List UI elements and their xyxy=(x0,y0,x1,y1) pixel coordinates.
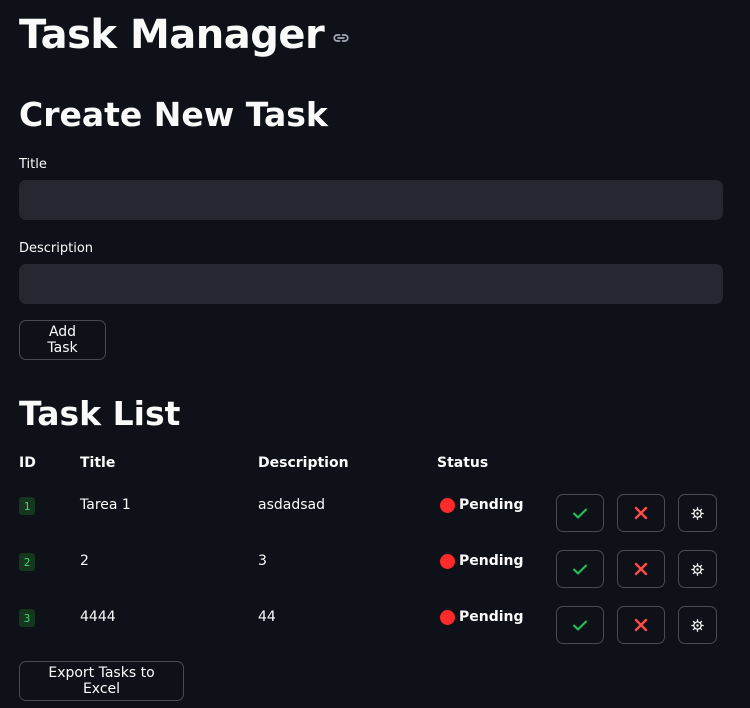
page-title: Task Manager xyxy=(19,12,325,58)
status-dot-icon xyxy=(440,609,455,625)
gear-icon xyxy=(691,506,704,520)
task-id-badge: 1 xyxy=(19,497,35,515)
title-label: Title xyxy=(19,157,47,172)
check-icon xyxy=(573,564,587,575)
add-task-button[interactable]: Add Task xyxy=(19,320,106,360)
status-text: Pending xyxy=(459,553,524,569)
check-icon xyxy=(573,620,587,631)
status-badge: Pending xyxy=(440,497,524,513)
column-header-title: Title xyxy=(80,455,116,471)
close-icon xyxy=(634,562,648,576)
title-input[interactable] xyxy=(19,180,723,220)
close-icon xyxy=(634,506,648,520)
task-description: 3 xyxy=(258,553,267,569)
app-title-row: Task Manager xyxy=(19,8,350,62)
status-text: Pending xyxy=(459,609,524,625)
column-header-id: ID xyxy=(19,455,36,471)
task-description: 44 xyxy=(258,609,276,625)
delete-task-button[interactable] xyxy=(617,494,665,532)
task-settings-button[interactable] xyxy=(678,606,717,644)
export-tasks-button[interactable]: Export Tasks to Excel xyxy=(19,661,184,701)
description-label: Description xyxy=(19,241,94,256)
task-title: Tarea 1 xyxy=(80,497,131,513)
task-title: 4444 xyxy=(80,609,116,625)
column-header-status: Status xyxy=(437,455,489,471)
description-input[interactable] xyxy=(19,264,723,304)
gear-icon xyxy=(691,618,704,632)
check-icon xyxy=(573,508,587,519)
status-text: Pending xyxy=(459,497,524,513)
task-title: 2 xyxy=(80,553,89,569)
task-settings-button[interactable] xyxy=(678,494,717,532)
task-list-heading: Task List xyxy=(19,394,181,433)
page: Task Manager Create New Task Title Descr… xyxy=(0,0,750,708)
complete-task-button[interactable] xyxy=(556,494,604,532)
column-header-description: Description xyxy=(258,455,349,471)
task-description: asdadsad xyxy=(258,497,325,513)
status-badge: Pending xyxy=(440,553,524,569)
status-badge: Pending xyxy=(440,609,524,625)
gear-icon xyxy=(691,562,704,576)
delete-task-button[interactable] xyxy=(617,606,665,644)
task-id-badge: 2 xyxy=(19,553,35,571)
create-task-heading: Create New Task xyxy=(19,95,328,134)
complete-task-button[interactable] xyxy=(556,550,604,588)
status-dot-icon xyxy=(440,497,455,513)
link-icon[interactable] xyxy=(332,29,350,47)
close-icon xyxy=(634,618,648,632)
status-dot-icon xyxy=(440,553,455,569)
delete-task-button[interactable] xyxy=(617,550,665,588)
complete-task-button[interactable] xyxy=(556,606,604,644)
task-settings-button[interactable] xyxy=(678,550,717,588)
task-id-badge: 3 xyxy=(19,609,35,627)
